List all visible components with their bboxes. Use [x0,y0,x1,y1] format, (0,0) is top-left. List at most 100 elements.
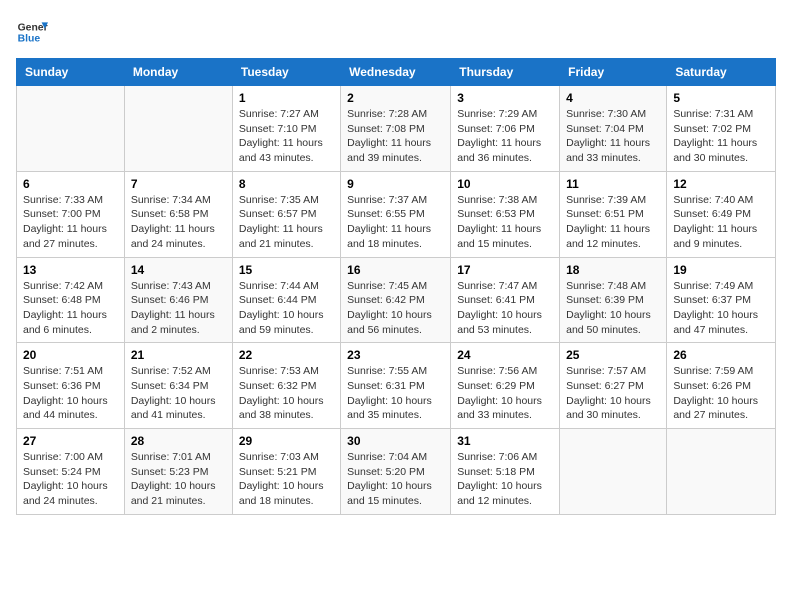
day-number: 19 [673,263,769,277]
day-info: Sunrise: 7:56 AM Sunset: 6:29 PM Dayligh… [457,364,553,423]
day-number: 3 [457,91,553,105]
calendar-cell: 30 Sunrise: 7:04 AM Sunset: 5:20 PM Dayl… [341,429,451,515]
daylight-text: Daylight: 10 hours and 41 minutes. [131,395,216,422]
sunset-text: Sunset: 6:39 PM [566,294,644,306]
daylight-text: Daylight: 11 hours and 24 minutes. [131,223,215,250]
sunset-text: Sunset: 7:00 PM [23,208,101,220]
logo: General Blue [16,16,48,48]
day-info: Sunrise: 7:31 AM Sunset: 7:02 PM Dayligh… [673,107,769,166]
sunrise-text: Sunrise: 7:38 AM [457,194,537,206]
day-number: 10 [457,177,553,191]
daylight-text: Daylight: 10 hours and 12 minutes. [457,480,542,507]
day-number: 8 [239,177,334,191]
day-info: Sunrise: 7:40 AM Sunset: 6:49 PM Dayligh… [673,193,769,252]
weekday-header-saturday: Saturday [667,59,776,86]
sunrise-text: Sunrise: 7:01 AM [131,451,211,463]
sunset-text: Sunset: 6:48 PM [23,294,101,306]
day-number: 28 [131,434,226,448]
calendar-week-5: 27 Sunrise: 7:00 AM Sunset: 5:24 PM Dayl… [17,429,776,515]
sunrise-text: Sunrise: 7:06 AM [457,451,537,463]
day-info: Sunrise: 7:53 AM Sunset: 6:32 PM Dayligh… [239,364,334,423]
daylight-text: Daylight: 10 hours and 59 minutes. [239,309,324,336]
calendar-cell: 8 Sunrise: 7:35 AM Sunset: 6:57 PM Dayli… [232,171,340,257]
calendar-cell: 2 Sunrise: 7:28 AM Sunset: 7:08 PM Dayli… [341,86,451,172]
day-number: 30 [347,434,444,448]
weekday-header-tuesday: Tuesday [232,59,340,86]
day-number: 27 [23,434,118,448]
day-number: 13 [23,263,118,277]
day-info: Sunrise: 7:30 AM Sunset: 7:04 PM Dayligh… [566,107,660,166]
sunrise-text: Sunrise: 7:44 AM [239,280,319,292]
day-info: Sunrise: 7:37 AM Sunset: 6:55 PM Dayligh… [347,193,444,252]
weekday-header-wednesday: Wednesday [341,59,451,86]
calendar-cell: 19 Sunrise: 7:49 AM Sunset: 6:37 PM Dayl… [667,257,776,343]
daylight-text: Daylight: 10 hours and 56 minutes. [347,309,432,336]
daylight-text: Daylight: 11 hours and 39 minutes. [347,137,431,164]
sunrise-text: Sunrise: 7:00 AM [23,451,103,463]
sunrise-text: Sunrise: 7:57 AM [566,365,646,377]
sunset-text: Sunset: 6:29 PM [457,380,535,392]
sunrise-text: Sunrise: 7:51 AM [23,365,103,377]
calendar-cell: 3 Sunrise: 7:29 AM Sunset: 7:06 PM Dayli… [451,86,560,172]
calendar-cell: 15 Sunrise: 7:44 AM Sunset: 6:44 PM Dayl… [232,257,340,343]
sunrise-text: Sunrise: 7:43 AM [131,280,211,292]
daylight-text: Daylight: 10 hours and 50 minutes. [566,309,651,336]
calendar-table: SundayMondayTuesdayWednesdayThursdayFrid… [16,58,776,515]
day-info: Sunrise: 7:04 AM Sunset: 5:20 PM Dayligh… [347,450,444,509]
sunset-text: Sunset: 6:57 PM [239,208,317,220]
calendar-cell: 16 Sunrise: 7:45 AM Sunset: 6:42 PM Dayl… [341,257,451,343]
calendar-week-3: 13 Sunrise: 7:42 AM Sunset: 6:48 PM Dayl… [17,257,776,343]
sunrise-text: Sunrise: 7:52 AM [131,365,211,377]
daylight-text: Daylight: 11 hours and 15 minutes. [457,223,541,250]
day-info: Sunrise: 7:49 AM Sunset: 6:37 PM Dayligh… [673,279,769,338]
day-info: Sunrise: 7:43 AM Sunset: 6:46 PM Dayligh… [131,279,226,338]
day-number: 2 [347,91,444,105]
calendar-cell [560,429,667,515]
weekday-header-thursday: Thursday [451,59,560,86]
calendar-cell: 31 Sunrise: 7:06 AM Sunset: 5:18 PM Dayl… [451,429,560,515]
calendar-cell [17,86,125,172]
calendar-cell [667,429,776,515]
calendar-week-4: 20 Sunrise: 7:51 AM Sunset: 6:36 PM Dayl… [17,343,776,429]
sunset-text: Sunset: 7:10 PM [239,123,317,135]
sunset-text: Sunset: 5:18 PM [457,466,535,478]
day-info: Sunrise: 7:44 AM Sunset: 6:44 PM Dayligh… [239,279,334,338]
day-number: 12 [673,177,769,191]
calendar-cell: 18 Sunrise: 7:48 AM Sunset: 6:39 PM Dayl… [560,257,667,343]
sunrise-text: Sunrise: 7:04 AM [347,451,427,463]
day-number: 14 [131,263,226,277]
sunset-text: Sunset: 6:58 PM [131,208,209,220]
calendar-week-1: 1 Sunrise: 7:27 AM Sunset: 7:10 PM Dayli… [17,86,776,172]
sunset-text: Sunset: 5:20 PM [347,466,425,478]
sunrise-text: Sunrise: 7:40 AM [673,194,753,206]
day-info: Sunrise: 7:39 AM Sunset: 6:51 PM Dayligh… [566,193,660,252]
sunrise-text: Sunrise: 7:28 AM [347,108,427,120]
calendar-cell: 22 Sunrise: 7:53 AM Sunset: 6:32 PM Dayl… [232,343,340,429]
calendar-cell: 20 Sunrise: 7:51 AM Sunset: 6:36 PM Dayl… [17,343,125,429]
sunset-text: Sunset: 6:41 PM [457,294,535,306]
weekday-header-monday: Monday [124,59,232,86]
day-info: Sunrise: 7:06 AM Sunset: 5:18 PM Dayligh… [457,450,553,509]
sunrise-text: Sunrise: 7:03 AM [239,451,319,463]
day-number: 24 [457,348,553,362]
day-info: Sunrise: 7:38 AM Sunset: 6:53 PM Dayligh… [457,193,553,252]
day-info: Sunrise: 7:27 AM Sunset: 7:10 PM Dayligh… [239,107,334,166]
day-number: 16 [347,263,444,277]
day-number: 7 [131,177,226,191]
calendar-cell [124,86,232,172]
calendar-header-row: SundayMondayTuesdayWednesdayThursdayFrid… [17,59,776,86]
day-number: 31 [457,434,553,448]
calendar-body: 1 Sunrise: 7:27 AM Sunset: 7:10 PM Dayli… [17,86,776,515]
sunset-text: Sunset: 7:02 PM [673,123,751,135]
day-info: Sunrise: 7:48 AM Sunset: 6:39 PM Dayligh… [566,279,660,338]
sunset-text: Sunset: 7:08 PM [347,123,425,135]
calendar-cell: 28 Sunrise: 7:01 AM Sunset: 5:23 PM Dayl… [124,429,232,515]
sunrise-text: Sunrise: 7:49 AM [673,280,753,292]
day-number: 26 [673,348,769,362]
daylight-text: Daylight: 10 hours and 38 minutes. [239,395,324,422]
day-number: 4 [566,91,660,105]
calendar-cell: 27 Sunrise: 7:00 AM Sunset: 5:24 PM Dayl… [17,429,125,515]
sunset-text: Sunset: 5:23 PM [131,466,209,478]
sunrise-text: Sunrise: 7:34 AM [131,194,211,206]
sunrise-text: Sunrise: 7:39 AM [566,194,646,206]
